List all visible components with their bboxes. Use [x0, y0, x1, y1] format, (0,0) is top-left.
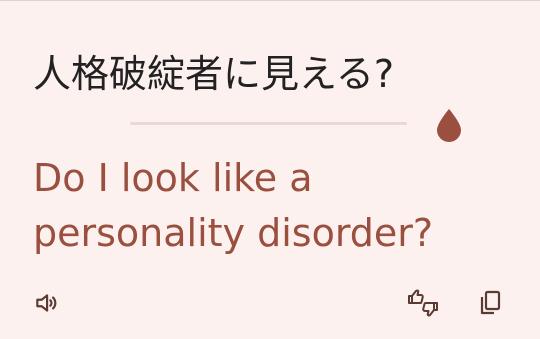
resize-handle-icon[interactable]: [435, 107, 463, 143]
translation-card: 人格破綻者に見える? Do I look like a personality …: [0, 0, 540, 339]
copy-button[interactable]: [473, 286, 507, 320]
divider: [130, 122, 407, 125]
source-text[interactable]: 人格破綻者に見える?: [33, 48, 503, 100]
listen-button[interactable]: [29, 286, 63, 320]
speaker-icon: [33, 290, 59, 316]
translation-text[interactable]: Do I look like a personality disorder?: [33, 151, 513, 261]
copy-icon: [477, 289, 503, 317]
feedback-button[interactable]: [406, 286, 440, 320]
thumbs-up-down-icon: [406, 288, 440, 318]
